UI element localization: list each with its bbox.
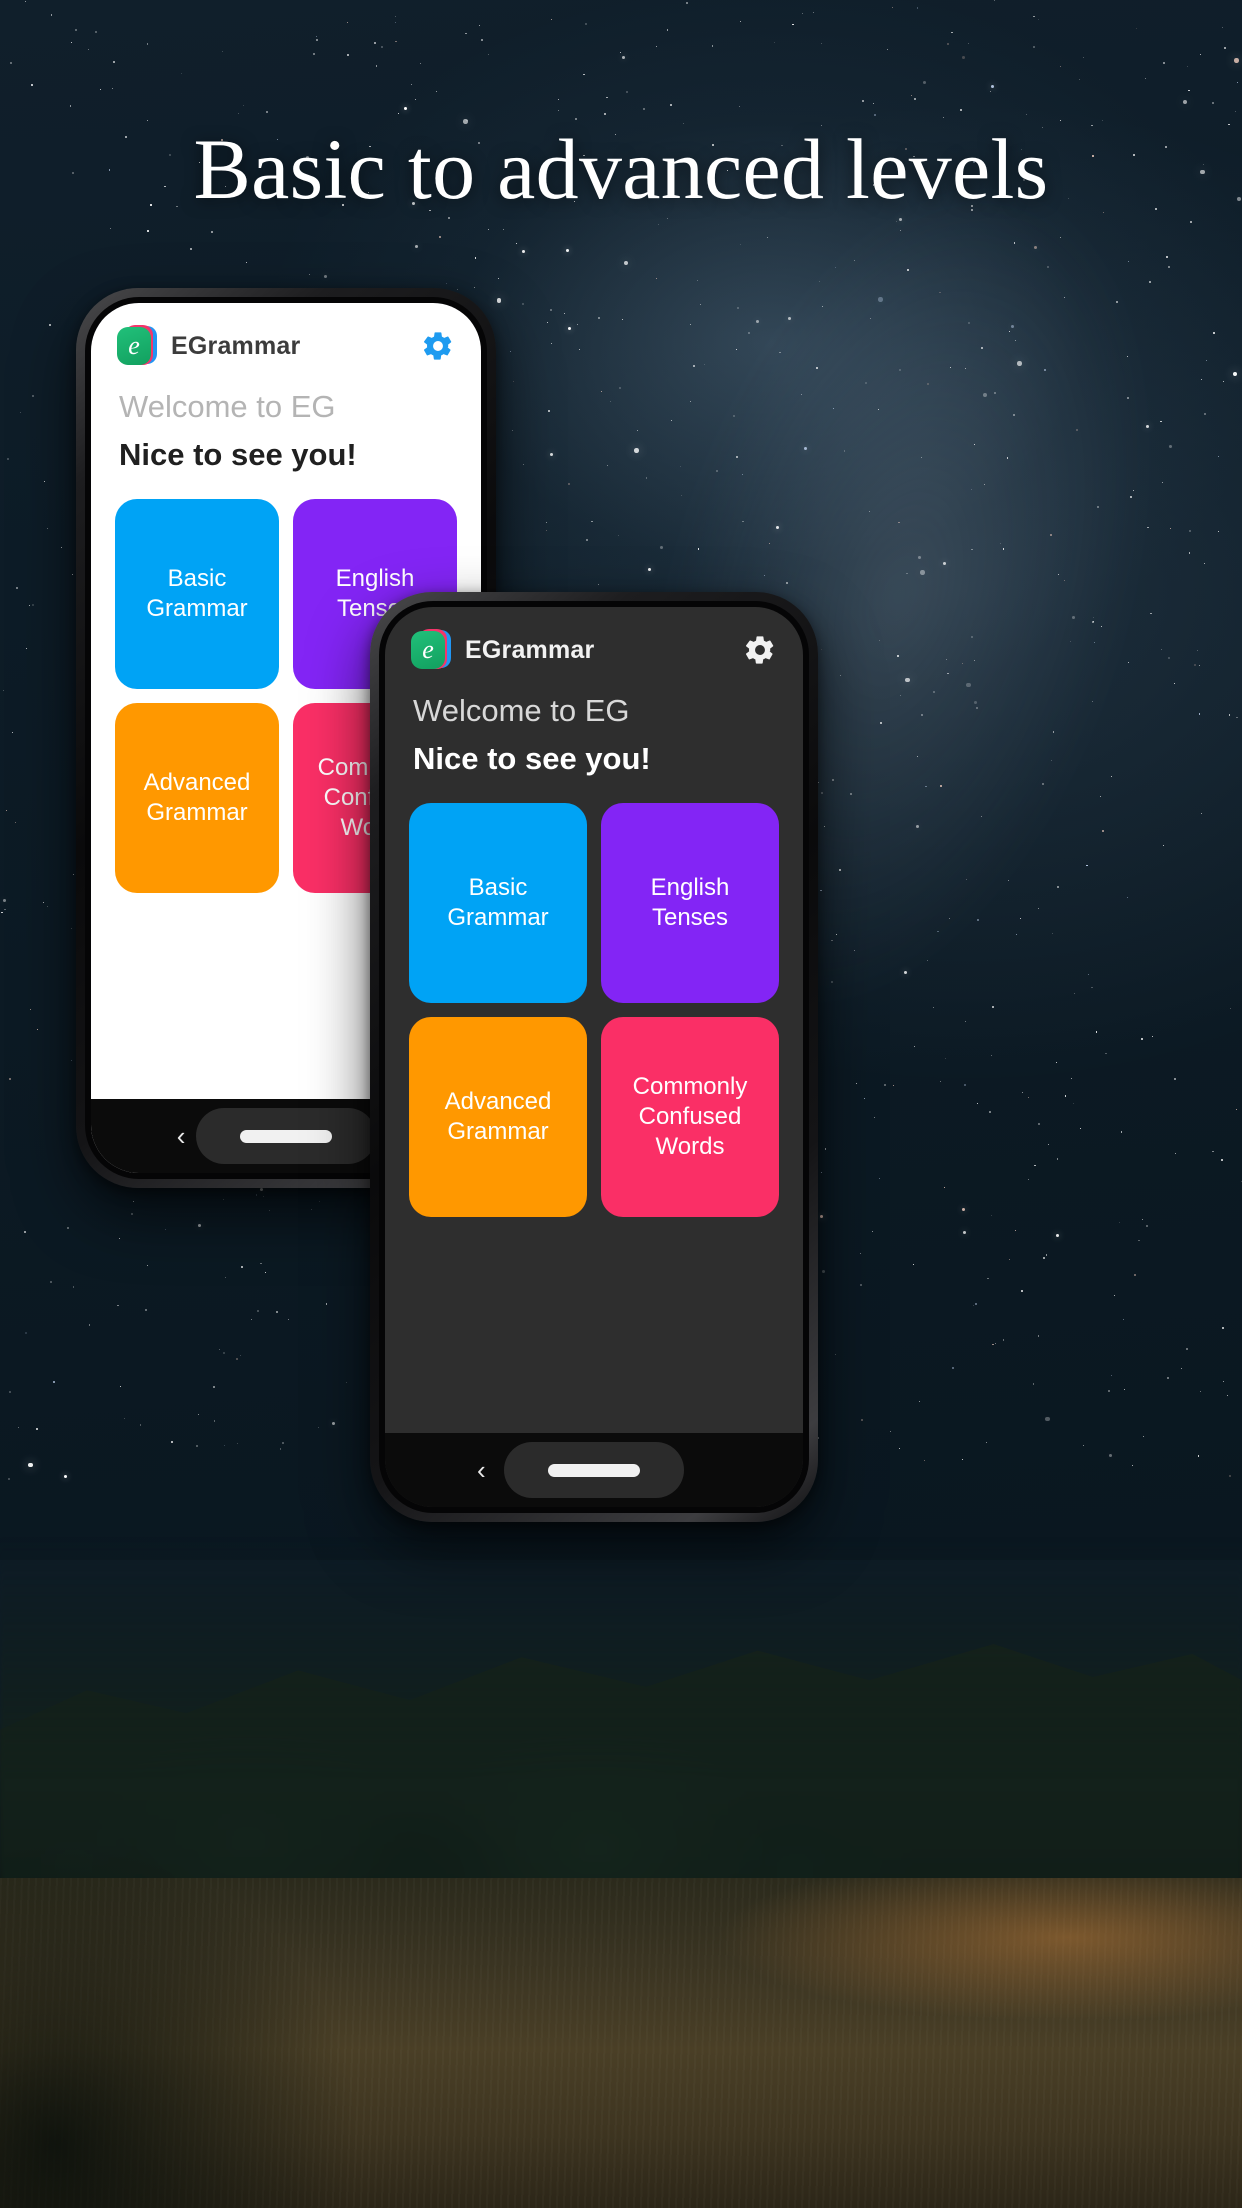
greeting-text: Nice to see you! bbox=[119, 437, 357, 472]
welcome-text: Welcome to EG bbox=[413, 693, 630, 728]
tile-basic-grammar[interactable]: Basic Grammar bbox=[409, 803, 587, 1003]
tile-english-tenses[interactable]: English Tenses bbox=[601, 803, 779, 1003]
welcome-text: Welcome to EG bbox=[119, 389, 336, 424]
tile-label: English Tenses bbox=[650, 874, 730, 931]
gear-icon[interactable] bbox=[743, 633, 777, 667]
egrammar-logo-icon: e bbox=[411, 629, 453, 671]
phone-screen-dark: e EGrammar Welcome to EG Nice to see you… bbox=[385, 607, 803, 1507]
greeting-text: Nice to see you! bbox=[413, 741, 651, 776]
gear-icon[interactable] bbox=[421, 329, 455, 363]
system-navigation-bar: ‹ bbox=[385, 1433, 803, 1507]
app-header: e EGrammar bbox=[385, 607, 803, 677]
home-pill bbox=[548, 1463, 640, 1477]
tile-basic-grammar[interactable]: Basic Grammar bbox=[115, 499, 279, 689]
phone-mockup-dark: e EGrammar Welcome to EG Nice to see you… bbox=[370, 592, 818, 1522]
page-title: Basic to advanced levels bbox=[193, 121, 1049, 217]
app-name: EGrammar bbox=[171, 331, 301, 360]
egrammar-logo-icon: e bbox=[117, 325, 159, 367]
tile-advanced-grammar[interactable]: Advanced Grammar bbox=[115, 703, 279, 893]
tile-label: Commonly Confused Words bbox=[632, 1073, 748, 1160]
tile-label: Basic Grammar bbox=[447, 874, 549, 931]
home-pill-icon[interactable] bbox=[196, 1108, 376, 1164]
home-pill bbox=[240, 1129, 332, 1143]
logo-letter-e: e bbox=[128, 331, 140, 360]
category-grid: Basic Grammar English Tenses Advanced Gr… bbox=[385, 777, 803, 1217]
logo-letter-e: e bbox=[422, 635, 434, 664]
tile-commonly-confused-words[interactable]: Commonly Confused Words bbox=[601, 1017, 779, 1217]
tile-advanced-grammar[interactable]: Advanced Grammar bbox=[409, 1017, 587, 1217]
tile-label: Advanced Grammar bbox=[444, 1088, 552, 1145]
home-pill-icon[interactable] bbox=[504, 1442, 684, 1498]
tile-label: Basic Grammar bbox=[146, 565, 248, 622]
chevron-left-icon[interactable]: ‹ bbox=[177, 1123, 186, 1149]
tile-label: Advanced Grammar bbox=[143, 769, 251, 826]
app-name: EGrammar bbox=[465, 635, 595, 664]
app-header: e EGrammar bbox=[91, 303, 481, 373]
chevron-left-icon[interactable]: ‹ bbox=[477, 1457, 486, 1483]
foreground-shadow bbox=[0, 1568, 560, 2208]
